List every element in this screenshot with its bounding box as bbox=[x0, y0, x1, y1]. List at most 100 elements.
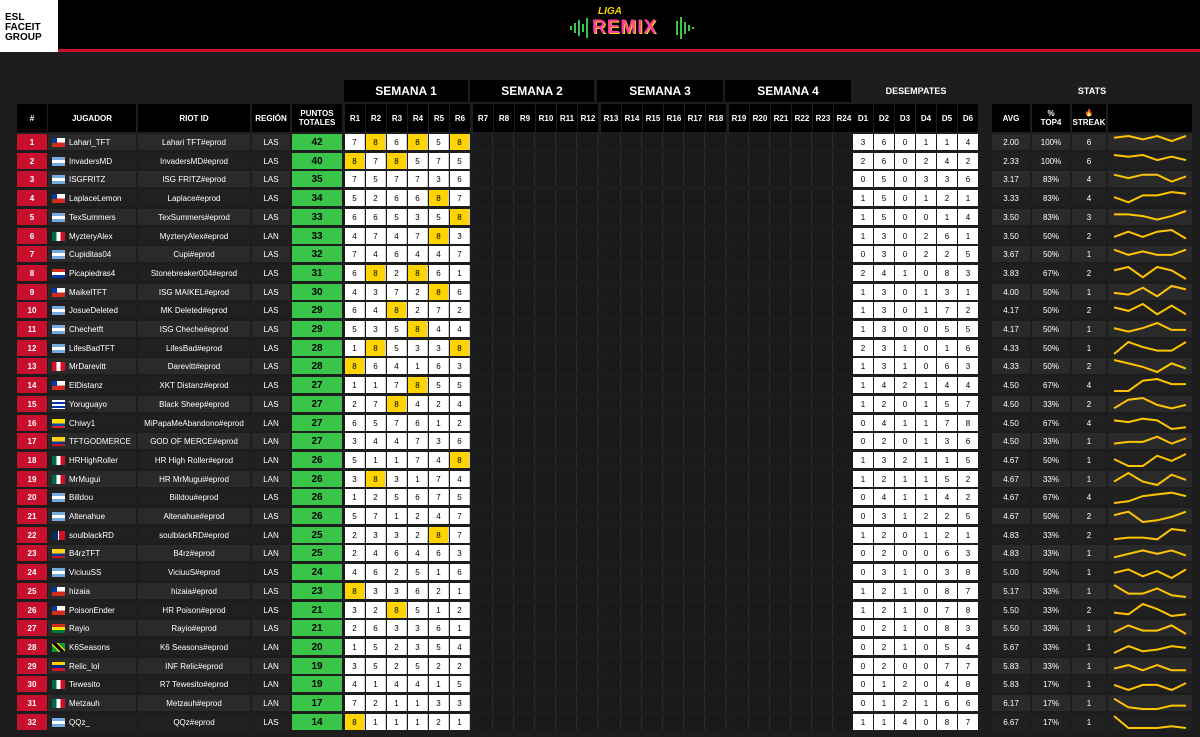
col-round-5: R5 bbox=[429, 104, 449, 132]
col-round-6: R6 bbox=[450, 104, 470, 132]
tiebreak-value: 1 bbox=[958, 228, 978, 244]
flag-icon-ar bbox=[52, 511, 65, 521]
round-result: 7 bbox=[429, 471, 449, 487]
tiebreak-value: 4 bbox=[874, 415, 894, 431]
round-empty bbox=[494, 545, 514, 561]
tiebreak-value: 0 bbox=[853, 620, 873, 636]
total-points: 27 bbox=[292, 433, 342, 449]
sparkline-path bbox=[1113, 549, 1187, 559]
tiebreak-value: 1 bbox=[895, 508, 915, 524]
round-empty bbox=[664, 695, 684, 711]
round-empty bbox=[494, 209, 514, 225]
round-empty bbox=[685, 153, 705, 169]
round-result: 7 bbox=[408, 228, 428, 244]
round-empty bbox=[792, 153, 812, 169]
round-empty bbox=[494, 527, 514, 543]
round-empty bbox=[473, 471, 493, 487]
tiebreak-value: 0 bbox=[895, 284, 915, 300]
round-empty bbox=[706, 583, 726, 599]
tiebreak-value: 2 bbox=[895, 452, 915, 468]
col-tiebreak-2: D2 bbox=[874, 104, 894, 132]
placement-sparkline bbox=[1113, 228, 1187, 240]
round-empty bbox=[578, 190, 598, 206]
streak-count: 1 bbox=[1072, 471, 1106, 487]
flag-icon-cl bbox=[52, 586, 65, 596]
tiebreak-value: 5 bbox=[958, 508, 978, 524]
round-empty bbox=[536, 396, 556, 412]
streak-count: 3 bbox=[1072, 209, 1106, 225]
round-empty bbox=[834, 153, 854, 169]
sparkline-cell bbox=[1108, 415, 1192, 431]
round-empty bbox=[643, 134, 663, 150]
round-result: 6 bbox=[366, 358, 386, 374]
round-empty bbox=[685, 639, 705, 655]
round-result: 5 bbox=[366, 658, 386, 674]
avg-placement: 3.50 bbox=[992, 228, 1030, 244]
sparkline-cell bbox=[1108, 583, 1192, 599]
round-empty bbox=[706, 639, 726, 655]
tiebreak-value: 1 bbox=[853, 228, 873, 244]
round-empty bbox=[494, 246, 514, 262]
round-empty bbox=[515, 658, 535, 674]
streak-count: 1 bbox=[1072, 695, 1106, 711]
round-empty bbox=[706, 302, 726, 318]
round-empty bbox=[643, 377, 663, 393]
round-result: 4 bbox=[450, 639, 470, 655]
round-empty bbox=[706, 377, 726, 393]
tiebreak-value: 3 bbox=[874, 358, 894, 374]
total-points: 30 bbox=[292, 284, 342, 300]
round-empty bbox=[601, 377, 621, 393]
flag-icon-mx bbox=[52, 474, 65, 484]
round-result: 6 bbox=[408, 190, 428, 206]
round-result: 1 bbox=[429, 564, 449, 580]
round-empty bbox=[622, 171, 642, 187]
round-result: 4 bbox=[429, 321, 449, 337]
streak-count: 2 bbox=[1072, 228, 1106, 244]
placement-sparkline bbox=[1113, 715, 1187, 729]
round-empty bbox=[792, 340, 812, 356]
flag-icon-ar bbox=[52, 717, 65, 727]
tiebreak-value: 5 bbox=[958, 321, 978, 337]
top4-rate: 33% bbox=[1032, 639, 1070, 655]
round-empty bbox=[622, 265, 642, 281]
round-result: 7 bbox=[450, 246, 470, 262]
tiebreak-value: 1 bbox=[916, 396, 936, 412]
round-empty bbox=[494, 153, 514, 169]
round-empty bbox=[685, 228, 705, 244]
tiebreak-value: 0 bbox=[853, 695, 873, 711]
round-result: 8 bbox=[366, 265, 386, 281]
round-empty bbox=[601, 564, 621, 580]
placement-sparkline bbox=[1113, 602, 1187, 618]
tiebreak-value: 3 bbox=[874, 246, 894, 262]
tiebreak-value: 5 bbox=[937, 471, 957, 487]
placement-sparkline bbox=[1113, 340, 1187, 355]
round-result: 8 bbox=[345, 583, 365, 599]
round-result: 6 bbox=[408, 583, 428, 599]
round-empty bbox=[622, 489, 642, 505]
round-empty bbox=[664, 171, 684, 187]
round-empty bbox=[750, 415, 770, 431]
round-empty bbox=[643, 340, 663, 356]
round-result: 8 bbox=[408, 134, 428, 150]
flag-icon-py bbox=[52, 268, 65, 278]
sparkline-path bbox=[1113, 248, 1187, 256]
streak-count: 1 bbox=[1072, 340, 1106, 356]
sparkline-cell bbox=[1108, 228, 1192, 244]
round-empty bbox=[622, 602, 642, 618]
round-empty bbox=[557, 714, 577, 730]
round-empty bbox=[834, 209, 854, 225]
sparkline-cell bbox=[1108, 246, 1192, 262]
region: LAN bbox=[252, 658, 290, 674]
rank-cell: 22 bbox=[17, 527, 47, 543]
tiebreak-value: 4 bbox=[874, 265, 894, 281]
flag-icon-ar bbox=[52, 343, 65, 353]
player-name: LaplaceLemon bbox=[48, 190, 136, 206]
round-result: 1 bbox=[408, 471, 428, 487]
round-empty bbox=[729, 134, 749, 150]
player-name: JosueDeleted bbox=[48, 302, 136, 318]
round-empty bbox=[813, 228, 833, 244]
flag-icon-ar bbox=[52, 567, 65, 577]
tiebreak-value: 0 bbox=[895, 302, 915, 318]
round-result: 1 bbox=[450, 583, 470, 599]
round-empty bbox=[771, 302, 791, 318]
